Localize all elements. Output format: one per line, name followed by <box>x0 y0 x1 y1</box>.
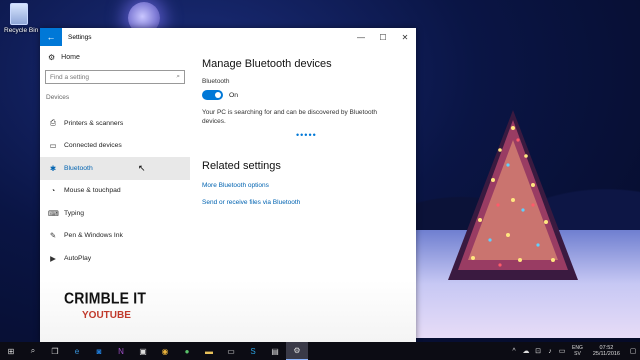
printer-icon: ⎙ <box>50 118 56 128</box>
app-button[interactable]: ▣ <box>132 342 154 360</box>
mouse-cursor-icon: ↖ <box>138 163 146 173</box>
video-button[interactable]: ▤ <box>264 342 286 360</box>
chrome-icon: ◉ <box>161 346 169 356</box>
discovery-description: Your PC is searching for and can be disc… <box>202 109 378 125</box>
system-tray: ^ ☁ ⊡ ♪ ▭ ENG SV 07:52 25/11/2016 ▢ <box>508 342 640 360</box>
clock[interactable]: 07:52 25/11/2016 <box>593 345 620 358</box>
sidebar-item-printers-scanners[interactable]: ⎙ Printers & scanners <box>40 112 190 135</box>
chrome-button[interactable]: ◉ <box>154 342 176 360</box>
christmas-tree-wallpaper <box>448 110 578 280</box>
maximize-button[interactable]: ☐ <box>372 33 394 42</box>
skype-button[interactable]: S <box>242 342 264 360</box>
recycle-bin-icon <box>10 3 28 25</box>
mouse-icon: ◔ <box>50 186 56 196</box>
explorer-button[interactable]: ▬ <box>198 342 220 360</box>
onenote-icon: N <box>118 346 124 356</box>
onedrive-icon[interactable]: ☁ <box>520 347 532 355</box>
volume-icon[interactable]: ♪ <box>544 348 556 355</box>
gear-icon: ⚙ <box>293 346 301 355</box>
battery-icon[interactable]: ▭ <box>556 347 568 355</box>
sidebar-item-label: Mouse & touchpad <box>64 187 121 195</box>
language-indicator[interactable]: ENG SV <box>572 345 583 357</box>
media-icon: ● <box>184 346 190 356</box>
sidebar-item-label: Printers & scanners <box>64 119 124 127</box>
outlook-icon: ◙ <box>96 346 102 356</box>
searching-progress-dots: ••••• <box>296 130 317 140</box>
sidebar-item-label: Bluetooth <box>64 164 93 172</box>
app-icon: ▣ <box>139 346 147 356</box>
outlook-button[interactable]: ◙ <box>88 342 110 360</box>
keyboard-icon: ⌨ <box>48 208 59 218</box>
nav-items: ⎙ Printers & scanners ▭ Connected devices ✱ B… <box>40 112 190 270</box>
section-label-devices: Devices <box>46 94 70 101</box>
settings-taskbar-button[interactable]: ⚙ <box>286 342 308 360</box>
watermark-subtitle: YOUTUBE <box>82 310 131 321</box>
sidebar-item-label: Typing <box>64 209 85 217</box>
search-icon: ⌕ <box>176 73 180 80</box>
send-receive-files-link[interactable]: Send or receive files via Bluetooth <box>202 199 408 206</box>
window-title: Settings <box>68 33 92 41</box>
video-icon: ▤ <box>271 346 279 356</box>
monitor-icon: ▭ <box>227 346 235 356</box>
bluetooth-icon: ✱ <box>49 163 57 173</box>
network-icon[interactable]: ⊡ <box>532 347 544 355</box>
search-taskbar-button[interactable]: ⌕ <box>22 342 44 360</box>
devices-icon: ▭ <box>49 141 57 151</box>
title-bar: ← Settings — ☐ ✕ <box>40 28 416 46</box>
autoplay-icon: ▶ <box>50 253 56 263</box>
bluetooth-toggle-state: On <box>229 91 239 99</box>
sidebar-item-pen-windows-ink[interactable]: ✎ Pen & Windows Ink <box>40 225 190 248</box>
notifications-icon[interactable]: ▢ <box>626 347 640 355</box>
taskbar: ⊞ ⌕ ❐ e ◙ N ▣ ◉ ● ▬ ▭ S ▤ ⚙ ^ ☁ ⊡ ♪ ▭ EN… <box>0 342 640 360</box>
search-icon: ⌕ <box>30 346 36 355</box>
bluetooth-toggle-label: Bluetooth <box>202 78 230 85</box>
sidebar-item-connected-devices[interactable]: ▭ Connected devices <box>40 135 190 158</box>
bluetooth-toggle[interactable] <box>202 90 223 100</box>
folder-icon: ▬ <box>205 346 213 356</box>
search-input[interactable]: Find a setting ⌕ <box>45 70 185 84</box>
home-icon: ⚙ <box>48 52 56 62</box>
edge-icon: e <box>74 346 80 356</box>
onenote-button[interactable]: N <box>110 342 132 360</box>
sidebar-item-typing[interactable]: ⌨ Typing <box>40 202 190 225</box>
nav-home-label: Home <box>61 53 80 61</box>
sidebar-item-autoplay[interactable]: ▶ AutoPlay <box>40 247 190 270</box>
close-button[interactable]: ✕ <box>394 33 416 42</box>
task-view-icon: ❐ <box>51 346 59 356</box>
watermark-title: CRIMBLE IT <box>64 289 147 307</box>
sidebar-item-label: Connected devices <box>64 142 122 150</box>
back-arrow-icon: ← <box>46 32 56 42</box>
more-bluetooth-options-link[interactable]: More Bluetooth options <box>202 182 408 189</box>
edge-button[interactable]: e <box>66 342 88 360</box>
media-button[interactable]: ● <box>176 342 198 360</box>
recycle-bin-label: Recycle Bin <box>4 27 39 34</box>
start-button[interactable]: ⊞ <box>0 342 22 360</box>
task-view-button[interactable]: ❐ <box>44 342 66 360</box>
region-code: SV <box>574 351 581 357</box>
back-button[interactable]: ← <box>40 28 62 46</box>
sidebar-item-bluetooth[interactable]: ✱ Bluetooth ↖ <box>40 157 190 180</box>
search-placeholder: Find a setting <box>50 73 90 81</box>
sidebar-item-mouse-touchpad[interactable]: ◔ Mouse & touchpad <box>40 180 190 203</box>
pc-button[interactable]: ▭ <box>220 342 242 360</box>
page-title: Manage Bluetooth devices <box>202 58 332 70</box>
clock-date: 25/11/2016 <box>592 351 620 357</box>
chevron-up-icon[interactable]: ^ <box>508 348 520 355</box>
skype-icon: S <box>250 346 256 356</box>
sidebar-item-label: AutoPlay <box>64 254 92 262</box>
recycle-bin-shortcut[interactable]: Recycle Bin <box>4 3 39 34</box>
nav-home[interactable]: ⚙ Home <box>40 46 190 68</box>
minimize-button[interactable]: — <box>350 33 372 42</box>
windows-logo-icon: ⊞ <box>7 346 15 356</box>
sidebar-item-label: Pen & Windows Ink <box>64 232 123 240</box>
pen-icon: ✎ <box>49 231 57 241</box>
related-settings-heading: Related settings <box>202 160 281 172</box>
